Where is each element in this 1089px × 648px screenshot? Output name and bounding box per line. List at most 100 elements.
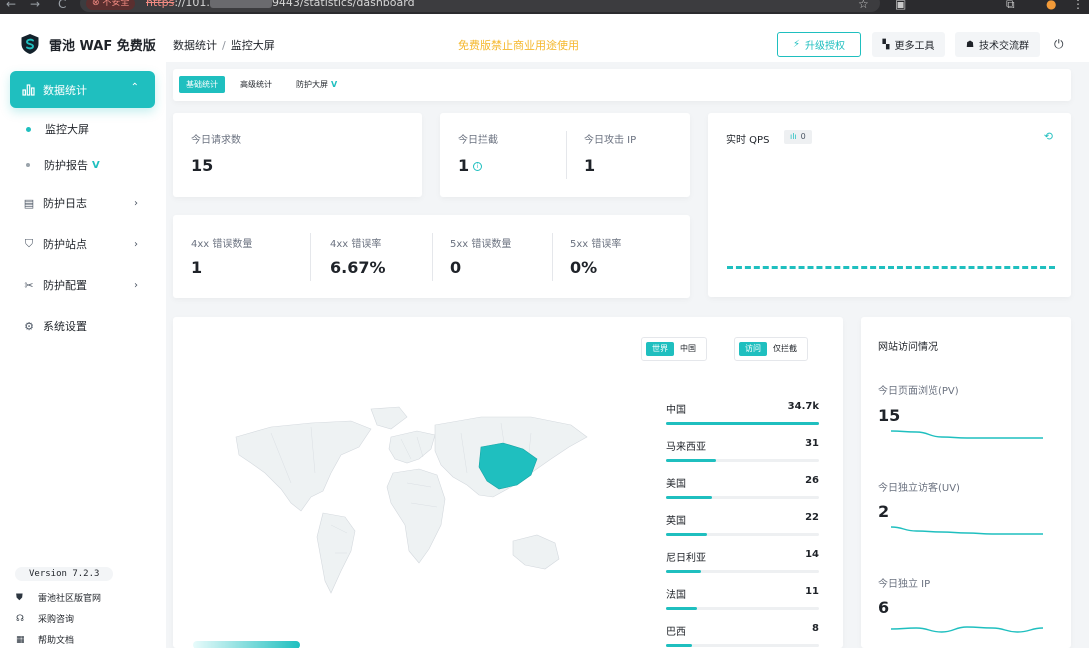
qps-line-chart xyxy=(727,266,1055,269)
qps-card: 实时 QPS ılı 0 ⟲ xyxy=(708,113,1071,297)
country-name: 英国 xyxy=(666,516,686,527)
doc-icon: ▦ xyxy=(16,634,25,645)
mode-visit-option[interactable]: 访问 xyxy=(739,342,767,356)
chevron-up-icon: ⌃ xyxy=(130,82,139,93)
breadcrumb-item[interactable]: 数据统计 xyxy=(173,39,217,52)
5xx-rate-label: 5xx 错误率 xyxy=(570,239,622,250)
version-badge: Version 7.2.3 xyxy=(15,567,114,581)
upgrade-label: 升级授权 xyxy=(805,41,846,52)
country-bar-fill xyxy=(666,496,712,499)
logout-icon[interactable]: ⏻ xyxy=(1054,37,1064,52)
country-bar-track xyxy=(666,459,819,462)
tools-icon: ✂ xyxy=(24,278,34,292)
bullet-icon xyxy=(26,163,30,167)
mode-blocked-option[interactable]: 仅拦截 xyxy=(767,342,803,356)
puzzle-icon[interactable]: ⧉ xyxy=(1006,0,1015,12)
attack-ip-value: 1 xyxy=(584,156,596,175)
ip-value: 6 xyxy=(878,598,890,617)
scope-china-option[interactable]: 中国 xyxy=(674,342,702,356)
sidebar-item-logs[interactable]: ▤ 防护日志 › xyxy=(22,195,144,211)
breadcrumb-current: 监控大屏 xyxy=(230,39,275,52)
sidebar-item-statistics[interactable]: 数据统计 ⌃ xyxy=(10,71,155,108)
attack-ip-label: 今日攻击 IP xyxy=(584,135,637,146)
extension-icon[interactable]: ▣ xyxy=(895,0,906,11)
country-bar-track xyxy=(666,496,819,499)
country-name: 法国 xyxy=(666,590,686,601)
shield-icon: ⛊ xyxy=(16,592,23,603)
tab-advanced-stats[interactable]: 高级统计 xyxy=(233,76,279,93)
more-tools-label: 更多工具 xyxy=(894,41,935,52)
bar-chart-icon: ılı xyxy=(790,132,797,141)
vip-badge-icon: V xyxy=(92,159,100,171)
purchase-link[interactable]: ☊ 采购咨询 xyxy=(16,612,74,626)
sidebar-sub-item-report[interactable]: 防护报告 V xyxy=(26,157,100,173)
tab-protection-screen[interactable]: 防护大屏 V xyxy=(289,76,344,93)
country-name: 美国 xyxy=(666,479,686,490)
country-name: 巴西 xyxy=(666,627,686,638)
map-card: 世界 中国 访问 仅拦截 中国 34.7k 马来西亚 31 美国 26 英国 22 尼日利亚 14… xyxy=(173,317,843,648)
more-tools-button[interactable]: ▚ 更多工具 xyxy=(872,32,945,57)
country-bar-track xyxy=(666,533,819,536)
requests-value: 15 xyxy=(191,156,214,175)
country-bar-fill xyxy=(666,459,717,462)
gear-icon: ⚙ xyxy=(24,319,34,333)
blocked-card: 今日拦截 1i 今日攻击 IP 1 xyxy=(440,113,690,197)
ip-sparkline xyxy=(891,626,1043,633)
breadcrumb: 数据统计 / 监控大屏 xyxy=(173,39,275,52)
uv-label: 今日独立访客(UV) xyxy=(878,483,960,494)
map-africa xyxy=(386,468,446,564)
top-header: 数据统计 / 监控大屏 免费版禁止商业用途使用 ⚡ 升级授权 ▚ 更多工具 ☗ 技术… xyxy=(166,14,1089,62)
country-bar-fill xyxy=(666,422,819,425)
safeline-logo-icon xyxy=(21,34,39,54)
sidebar-sub-item-monitor[interactable]: 监控大屏 xyxy=(26,121,89,137)
group-icon: ☗ xyxy=(965,39,975,50)
scope-toggle: 世界 中国 xyxy=(641,337,707,361)
community-label: 技术交流群 xyxy=(979,41,1030,52)
country-name: 尼日利亚 xyxy=(666,553,706,564)
sidebar-item-settings[interactable]: ⚙ 系统设置 xyxy=(22,318,144,334)
country-bar-track xyxy=(666,570,819,573)
5xx-count-value: 0 xyxy=(450,258,462,277)
tab-basic-stats[interactable]: 基础统计 xyxy=(179,76,225,93)
ip-label: 今日独立 IP xyxy=(878,579,931,590)
community-site-link[interactable]: ⛊ 雷池社区版官网 xyxy=(16,591,101,605)
sidebar-item-config[interactable]: ✂ 防护配置 › xyxy=(22,277,144,293)
horizontal-scrollbar[interactable] xyxy=(193,641,300,648)
sparkline-path xyxy=(891,626,1043,633)
redacted-host xyxy=(209,0,272,8)
menu-icon[interactable]: ⋮ xyxy=(1072,0,1084,11)
star-icon[interactable]: ☆ xyxy=(858,0,869,11)
5xx-rate-value: 0% xyxy=(570,258,598,277)
back-button[interactable]: ← xyxy=(6,0,16,11)
address-bar[interactable]: ⊗ 不安全 https://101. 9443/statistics/dashbo… xyxy=(80,0,880,12)
help-docs-link[interactable]: ▦ 帮助文档 xyxy=(16,633,74,647)
grid-icon: ▚ xyxy=(882,39,890,50)
sidebar-sub-item-label: 防护报告 xyxy=(44,159,88,172)
brand[interactable]: 雷池 WAF 免费版 xyxy=(20,32,156,56)
shield-icon: ⛉ xyxy=(24,237,34,250)
chevron-right-icon: › xyxy=(134,279,138,291)
refresh-icon[interactable]: ⟲ xyxy=(1044,130,1053,143)
stats-tabs: 基础统计 高级统计 防护大屏 V xyxy=(173,69,1071,101)
mode-toggle: 访问 仅拦截 xyxy=(734,337,808,361)
browser-toolbar: ← → C ⊗ 不安全 https://101. 9443/statistics/… xyxy=(0,0,1089,14)
forward-button[interactable]: → xyxy=(30,0,40,11)
reload-button[interactable]: C xyxy=(58,0,66,11)
country-bar-fill xyxy=(666,607,697,610)
world-map[interactable] xyxy=(231,403,591,603)
profile-icon[interactable]: ● xyxy=(1046,0,1056,11)
scope-world-option[interactable]: 世界 xyxy=(646,342,674,356)
pv-label: 今日页面浏览(PV) xyxy=(878,386,959,397)
community-group-button[interactable]: ☗ 技术交流群 xyxy=(955,32,1040,57)
security-warning[interactable]: ⊗ 不安全 xyxy=(86,0,136,10)
sidebar-item-label: 防护日志 xyxy=(43,197,87,210)
info-icon[interactable]: i xyxy=(473,162,483,171)
chevron-right-icon: › xyxy=(134,238,138,250)
upgrade-button[interactable]: ⚡ 升级授权 xyxy=(777,32,861,57)
sidebar-item-sites[interactable]: ⛉ 防护站点 › xyxy=(22,236,144,252)
country-bar-track xyxy=(666,644,819,647)
sparkline-path xyxy=(891,430,1043,439)
4xx-count-label: 4xx 错误数量 xyxy=(191,239,253,250)
url-text[interactable]: https://101. 9443/statistics/dashboard xyxy=(146,0,415,9)
country-bar-fill xyxy=(666,644,692,647)
